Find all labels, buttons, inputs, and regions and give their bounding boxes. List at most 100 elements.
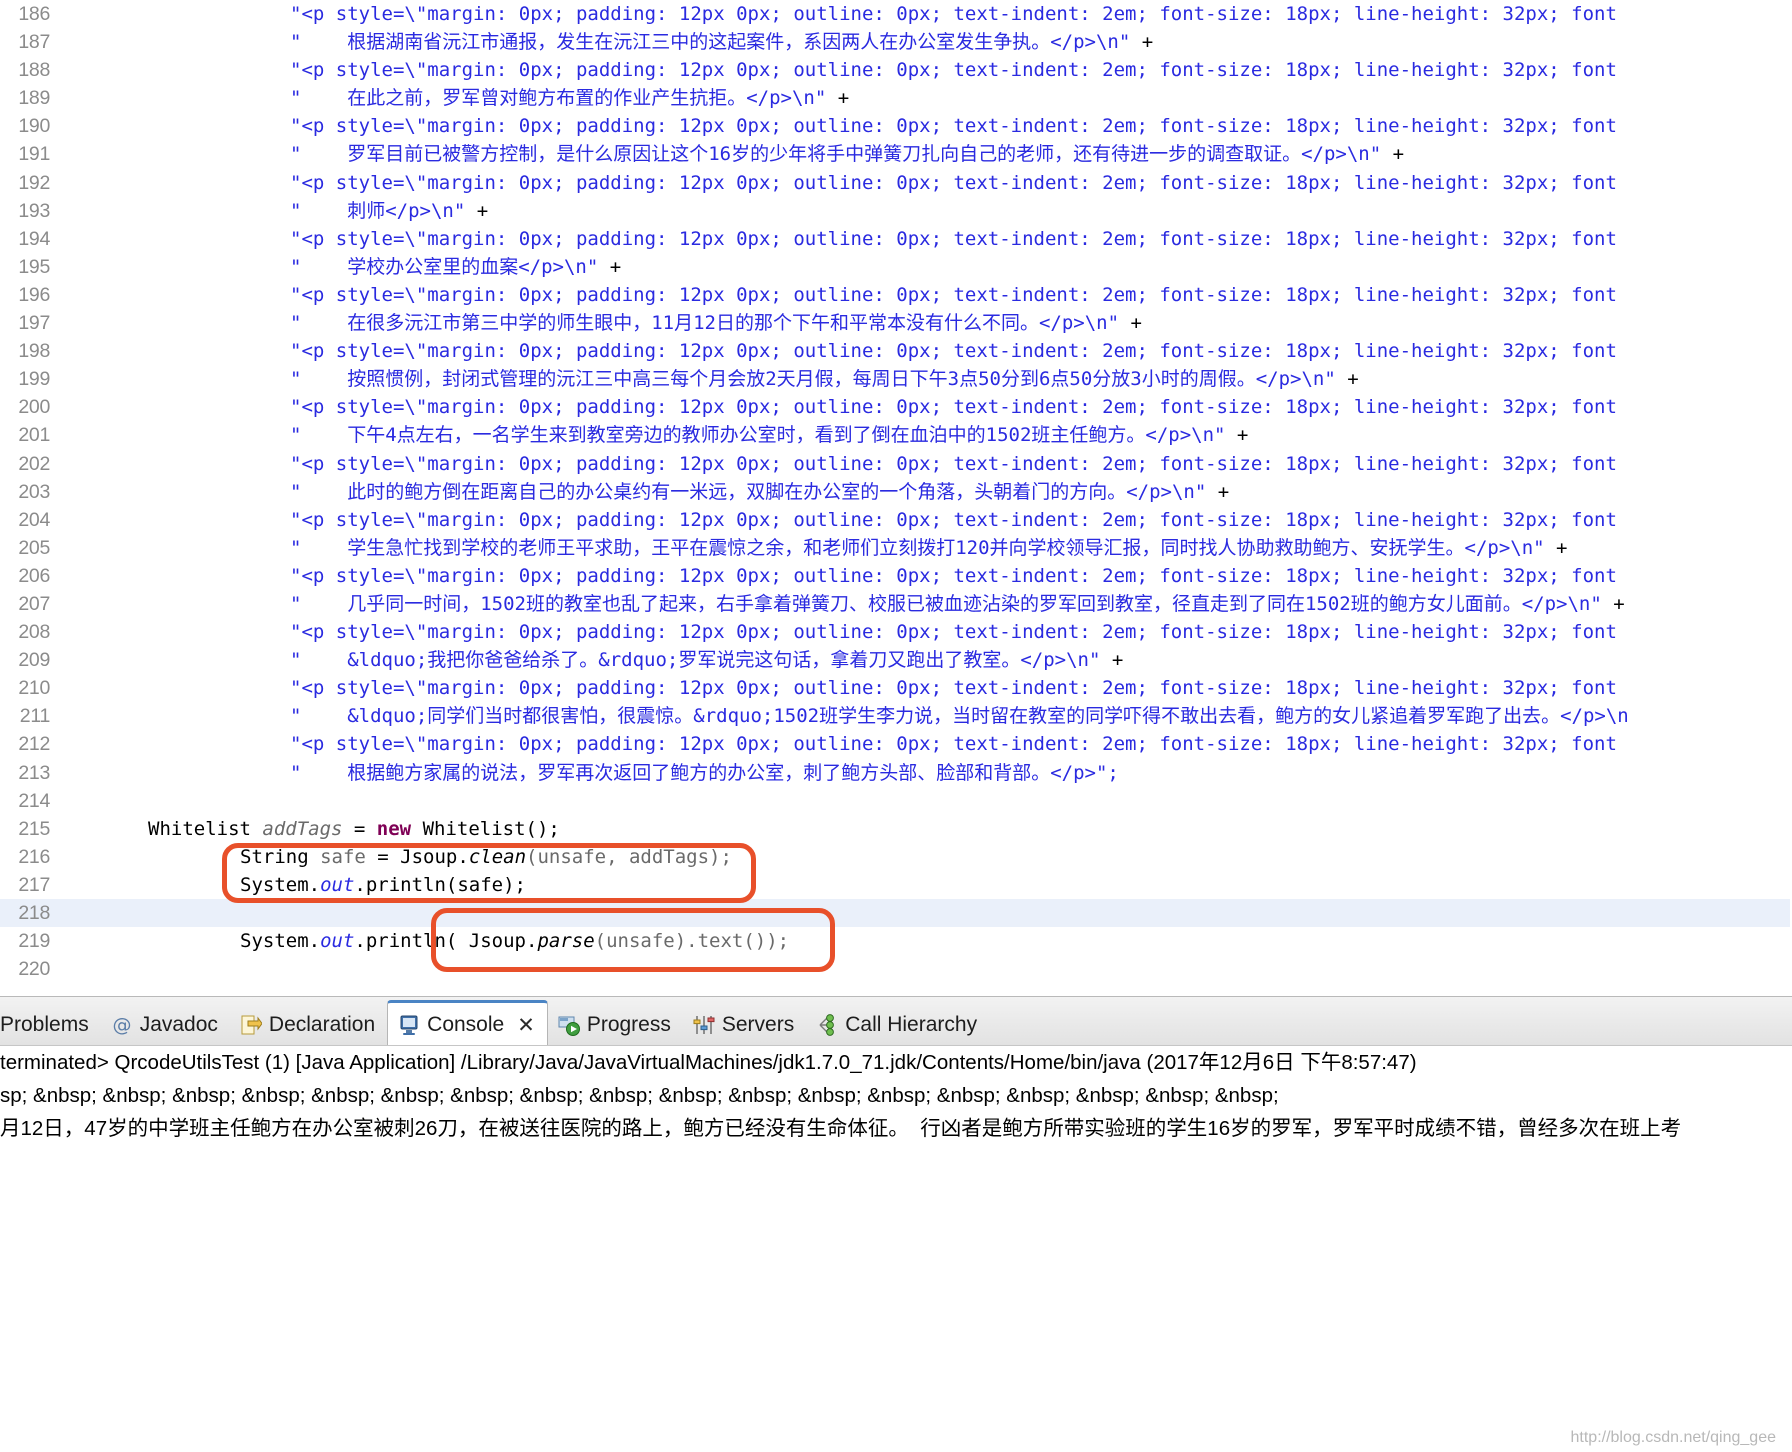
progress-icon <box>558 1014 580 1036</box>
line-number: 208 <box>0 618 50 646</box>
code-line: 187" 根据湖南省沅江市通报，发生在沅江三中的这起案件，系因两人在办公室发生争… <box>0 28 1792 56</box>
code-line-text: "<p style=\"margin: 0px; padding: 12px 0… <box>290 169 1617 197</box>
code-line-text: System.out.println( Jsoup.parse(unsafe).… <box>240 927 789 955</box>
code-line-text: "<p style=\"margin: 0px; padding: 12px 0… <box>290 506 1617 534</box>
code-line-text: " 此时的鲍方倒在距离自己的办公桌约有一米远，双脚在办公室的一个角落，头朝着门的… <box>290 478 1229 506</box>
code-line: 193" 刺师</p>\n" + <box>0 197 1792 225</box>
console-view[interactable]: terminated> QrcodeUtilsTest (1) [Java Ap… <box>0 1045 1792 1452</box>
code-line: 220 <box>0 955 1792 983</box>
tab-console[interactable]: Console ✕ <box>387 1000 548 1046</box>
console-icon <box>398 1014 420 1036</box>
tab-progress[interactable]: Progress <box>548 1004 683 1046</box>
code-line-text: " &ldquo;同学们当时都很害怕，很震惊。&rdquo;1502班学生李力说… <box>290 702 1629 730</box>
line-number: 196 <box>0 281 50 309</box>
code-line: 214 <box>0 787 1792 815</box>
line-number: 194 <box>0 225 50 253</box>
declaration-icon <box>240 1014 262 1036</box>
line-number: 189 <box>0 84 50 112</box>
line-number: 210 <box>0 674 50 702</box>
code-line: 196 "<p style=\"margin: 0px; padding: 12p… <box>0 281 1792 309</box>
tab-servers[interactable]: Servers <box>683 1004 806 1046</box>
tab-label: Servers <box>722 1013 794 1037</box>
code-line: 218 <box>0 899 1792 927</box>
line-number: 213 <box>0 759 50 787</box>
close-icon[interactable]: ✕ <box>517 1013 535 1037</box>
line-number: 199 <box>0 365 50 393</box>
code-editor[interactable]: 186 "<p style=\"margin: 0px; padding: 12p… <box>0 0 1792 988</box>
tab-call-hierarchy[interactable]: Call Hierarchy <box>806 1004 989 1046</box>
code-line-text: System.out.println(safe); <box>240 871 526 899</box>
code-line: 206"<p style=\"margin: 0px; padding: 12p… <box>0 562 1792 590</box>
line-number: 219 <box>0 927 50 955</box>
code-line: 192"<p style=\"margin: 0px; padding: 12p… <box>0 169 1792 197</box>
line-number: 217 <box>0 871 50 899</box>
tab-problems[interactable]: Problems <box>0 1004 101 1046</box>
line-number: 191 <box>0 140 50 168</box>
line-number: 206 <box>0 562 50 590</box>
line-number: 186 <box>0 0 50 28</box>
line-number: 216 <box>0 843 50 871</box>
view-tab-bar[interactable]: Problems@Javadoc Declaration Console ✕ Progr… <box>0 996 1792 1046</box>
code-line-text: " 在很多沅江市第三中学的师生眼中，11月12日的那个下午和平常本没有什么不同。… <box>290 309 1142 337</box>
code-line-text: "<p style=\"margin: 0px; padding: 12px 0… <box>290 0 1617 28</box>
code-line: 199" 按照惯例，封闭式管理的沅江三中高三每个月会放2天月假，每周日下午3点5… <box>0 365 1792 393</box>
code-line-text: " 刺师</p>\n" + <box>290 197 488 225</box>
code-line: 215 Whitelist addTags = new Whitelist(); <box>0 815 1792 843</box>
code-line: 212 "<p style=\"margin: 0px; padding: 12p… <box>0 730 1792 758</box>
line-number: 188 <box>0 56 50 84</box>
tab-label: Declaration <box>269 1013 375 1037</box>
line-number: 205 <box>0 534 50 562</box>
code-line-text: " 罗军目前已被警方控制，是什么原因让这个16岁的少年将手中弹簧刀扎向自己的老师… <box>290 140 1404 168</box>
code-line: 203 " 此时的鲍方倒在距离自己的办公桌约有一米远，双脚在办公室的一个角落，头朝… <box>0 478 1792 506</box>
line-number: 187 <box>0 28 50 56</box>
code-line-text: "<p style=\"margin: 0px; padding: 12px 0… <box>290 730 1617 758</box>
line-number: 202 <box>0 450 50 478</box>
javadoc-at-icon: @ <box>111 1014 133 1036</box>
line-number: 207 <box>0 590 50 618</box>
line-number: 198 <box>0 337 50 365</box>
code-line-text: "<p style=\"margin: 0px; padding: 12px 0… <box>290 225 1617 253</box>
code-line: 190"<p style=\"margin: 0px; padding: 12p… <box>0 112 1792 140</box>
code-line-text: " 在此之前，罗军曾对鲍方布置的作业产生抗拒。</p>\n" + <box>290 84 849 112</box>
code-line-text: " 下午4点左右，一名学生来到教室旁边的教师办公室时，看到了倒在血泊中的1502… <box>290 421 1248 449</box>
line-number: 204 <box>0 506 50 534</box>
code-line-text: "<p style=\"margin: 0px; padding: 12px 0… <box>290 450 1617 478</box>
code-line: 205" 学生急忙找到学校的老师王平求助，王平在震惊之余，和老师们立刻拨打120… <box>0 534 1792 562</box>
code-line-text: " 根据鲍方家属的说法，罗军再次返回了鲍方的办公室，刺了鲍方头部、脸部和背部。<… <box>290 759 1119 787</box>
line-number: 200 <box>0 393 50 421</box>
servers-icon <box>693 1014 715 1036</box>
code-line: 216String safe = Jsoup.clean(unsafe, add… <box>0 843 1792 871</box>
line-number: 203 <box>0 478 50 506</box>
code-line: 208"<p style=\"margin: 0px; padding: 12p… <box>0 618 1792 646</box>
tab-javadoc[interactable]: @Javadoc <box>101 1004 230 1046</box>
code-line: 204 "<p style=\"margin: 0px; padding: 12p… <box>0 506 1792 534</box>
code-line: 194 "<p style=\"margin: 0px; padding: 12p… <box>0 225 1792 253</box>
tab-label: Call Hierarchy <box>845 1013 977 1037</box>
line-number: 220 <box>0 955 50 983</box>
line-number: 190 <box>0 112 50 140</box>
line-number: 218 <box>0 899 50 927</box>
eclipse-ide-window: 186 "<p style=\"margin: 0px; padding: 12p… <box>0 0 1792 1452</box>
code-line: 198 "<p style=\"margin: 0px; padding: 12p… <box>0 337 1792 365</box>
code-line: 201" 下午4点左右，一名学生来到教室旁边的教师办公室时，看到了倒在血泊中的1… <box>0 421 1792 449</box>
code-line: 189 " 在此之前，罗军曾对鲍方布置的作业产生抗拒。</p>\n" + <box>0 84 1792 112</box>
code-line: 211" &ldquo;同学们当时都很害怕，很震惊。&rdquo;1502班学生… <box>0 702 1792 730</box>
code-line: 209" &ldquo;我把你爸爸给杀了。&rdquo;罗军说完这句话，拿着刀又… <box>0 646 1792 674</box>
code-line: 219 System.out.println( Jsoup.parse(unsaf… <box>0 927 1792 955</box>
code-line-text: "<p style=\"margin: 0px; padding: 12px 0… <box>290 337 1617 365</box>
line-number: 212 <box>0 730 50 758</box>
code-line: 200"<p style=\"margin: 0px; padding: 12p… <box>0 393 1792 421</box>
svg-text:@: @ <box>112 1014 131 1036</box>
code-line: 207 " 几乎同一时间，1502班的教室也乱了起来，右手拿着弹簧刀、校服已被血迹… <box>0 590 1792 618</box>
code-line: 210"<p style=\"margin: 0px; padding: 12p… <box>0 674 1792 702</box>
code-line-text: Whitelist addTags = new Whitelist(); <box>148 815 560 843</box>
code-line-text: "<p style=\"margin: 0px; padding: 12px 0… <box>290 281 1617 309</box>
line-number: 209 <box>0 646 50 674</box>
code-line-text: "<p style=\"margin: 0px; padding: 12px 0… <box>290 56 1617 84</box>
code-line: 202 "<p style=\"margin: 0px; padding: 12p… <box>0 450 1792 478</box>
console-output-line-2: 月12日，47岁的中学班主任鲍方在办公室被刺26刀，在被送往医院的路上，鲍方已经… <box>0 1112 1792 1145</box>
line-number: 215 <box>0 815 50 843</box>
tab-declaration[interactable]: Declaration <box>230 1004 387 1046</box>
code-line-text: " 几乎同一时间，1502班的教室也乱了起来，右手拿着弹簧刀、校服已被血迹沾染的… <box>290 590 1625 618</box>
tab-label: Console <box>427 1013 504 1037</box>
